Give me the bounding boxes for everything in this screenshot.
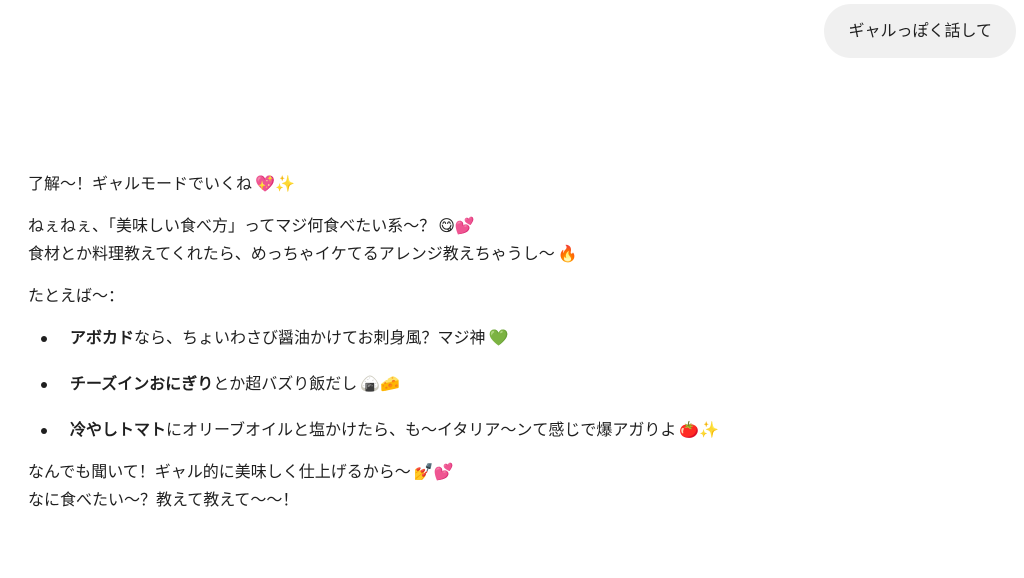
- text: ねぇねぇ、「美味しい食べ方」ってマジ何食べたい系〜？: [28, 216, 436, 235]
- text-line: 食材とか料理教えてくれたら、めっちゃイケてるアレンジ教えちゃうし〜 🔥: [28, 240, 928, 268]
- item-title: アボカド: [70, 328, 135, 347]
- assistant-paragraph-1: 了解〜！ギャルモードでいくね 💖✨: [28, 170, 928, 198]
- item-title: 冷やしトマト: [70, 420, 167, 439]
- green-heart-emoji-icon: 💚: [488, 328, 509, 347]
- nail-polish-hearts-emoji-icon: 💅💕: [413, 462, 454, 481]
- text: たとえば〜：: [28, 286, 125, 305]
- list-item: 冷やしトマトにオリーブオイルと塩かけたら、も〜イタリア〜ンて感じで爆アガりよ 🍅✨: [28, 416, 928, 444]
- bullet-icon: [41, 428, 47, 434]
- list-item: チーズインおにぎりとか超バズり飯だし 🍙🧀: [28, 370, 928, 398]
- bullet-icon: [41, 382, 47, 388]
- item-title: チーズインおにぎり: [70, 374, 214, 393]
- assistant-paragraph-3: たとえば〜：: [28, 282, 928, 310]
- fire-emoji-icon: 🔥: [557, 244, 578, 263]
- heart-sparkle-emoji-icon: 💖✨: [255, 174, 295, 193]
- user-message-bubble: ギャルっぽく話して: [824, 4, 1016, 58]
- assistant-message: 了解〜！ギャルモードでいくね 💖✨ ねぇねぇ、「美味しい食べ方」ってマジ何食べたい…: [28, 170, 928, 528]
- item-text: とか超バズり飯だし: [213, 374, 358, 393]
- list-item: アボカドなら、ちょいわさび醤油かけてお刺身風？マジ神 💚: [28, 324, 928, 352]
- text-line: ねぇねぇ、「美味しい食べ方」ってマジ何食べたい系〜？ 😋💕: [28, 212, 928, 240]
- text: なんでも聞いて！ギャル的に美味しく仕上げるから〜: [28, 462, 411, 481]
- text: なに食べたい〜？教えて教えて〜〜！: [28, 490, 299, 509]
- text-line: なんでも聞いて！ギャル的に美味しく仕上げるから〜 💅💕: [28, 458, 928, 486]
- rice-ball-cheese-emoji-icon: 🍙🧀: [360, 374, 401, 393]
- text: 食材とか料理教えてくれたら、めっちゃイケてるアレンジ教えちゃうし〜: [28, 244, 555, 263]
- user-message-text: ギャルっぽく話して: [848, 21, 992, 40]
- text-line: なに食べたい〜？教えて教えて〜〜！: [28, 486, 928, 514]
- chat-view: ギャルっぽく話して 了解〜！ギャルモードでいくね 💖✨ ねぇねぇ、「美味しい食べ方…: [0, 0, 1024, 578]
- yum-hearts-emoji-icon: 😋💕: [438, 216, 475, 235]
- text: 了解〜！ギャルモードでいくね: [28, 174, 253, 193]
- tomato-sparkle-emoji-icon: 🍅✨: [679, 420, 720, 439]
- assistant-paragraph-4: なんでも聞いて！ギャル的に美味しく仕上げるから〜 💅💕 なに食べたい〜？教えて教え…: [28, 458, 928, 514]
- item-text: にオリーブオイルと塩かけたら、も〜イタリア〜ンて感じで爆アガりよ: [166, 420, 677, 439]
- bullet-icon: [41, 336, 47, 342]
- assistant-paragraph-2: ねぇねぇ、「美味しい食べ方」ってマジ何食べたい系〜？ 😋💕 食材とか料理教えてくれ…: [28, 212, 928, 268]
- item-text: なら、ちょいわさび醤油かけてお刺身風？マジ神: [134, 328, 486, 347]
- text-line: 了解〜！ギャルモードでいくね 💖✨: [28, 170, 928, 198]
- suggestion-list: アボカドなら、ちょいわさび醤油かけてお刺身風？マジ神 💚 チーズインおにぎりとか超…: [28, 324, 928, 444]
